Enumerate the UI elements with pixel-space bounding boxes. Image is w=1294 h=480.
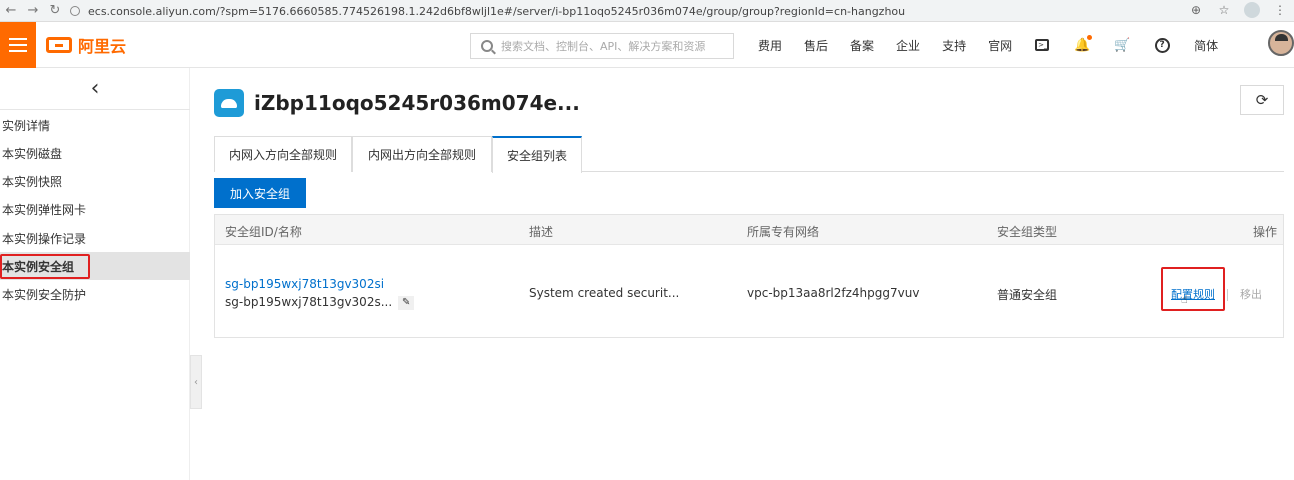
sidebar-item-eni[interactable]: 本实例弹性网卡 [0, 195, 190, 223]
table-header: 安全组ID/名称 描述 所属专有网络 安全组类型 操作 [215, 215, 1283, 245]
search-icon [481, 40, 493, 52]
notification-dot [1087, 35, 1093, 40]
tab-inbound-rules[interactable]: 内网入方向全部规则 [214, 136, 352, 172]
sidebar-item-operation-logs[interactable]: 本实例操作记录 [0, 224, 190, 252]
nav-item-icp[interactable]: 备案 [850, 37, 874, 54]
refresh-icon: ⟳ [1255, 91, 1269, 109]
menu-dots-icon[interactable]: ⋮ [1272, 2, 1288, 18]
terminal-icon[interactable]: >_ [1034, 37, 1050, 53]
column-header-actions: 操作 [1253, 225, 1278, 239]
address-bar[interactable]: ecs.console.aliyun.com/?spm=5176.6660585… [70, 2, 1190, 20]
help-icon[interactable]: ? [1154, 37, 1170, 53]
global-search-input[interactable]: 搜索文档、控制台、API、解决方案和资源 [470, 33, 734, 59]
ecs-instance-icon [214, 89, 244, 117]
remove-link[interactable]: 移出 [1240, 288, 1262, 301]
sidebar-item-snapshots[interactable]: 本实例快照 [0, 167, 190, 195]
highlight-box-sidebar [0, 254, 90, 279]
reload-icon[interactable]: ↻ [44, 0, 66, 22]
cart-icon[interactable]: 🛒 [1114, 37, 1130, 53]
aliyun-logo[interactable]: 阿里云 [46, 35, 127, 56]
security-group-id-link[interactable]: sg-bp195wxj78t13gv302si [225, 277, 414, 291]
security-group-table: 安全组ID/名称 描述 所属专有网络 安全组类型 操作 sg-bp195wxj7… [214, 214, 1284, 338]
sidebar-item-disks[interactable]: 本实例磁盘 [0, 139, 190, 167]
search-placeholder: 搜索文档、控制台、API、解决方案和资源 [501, 40, 706, 53]
column-header-id-name: 安全组ID/名称 [225, 225, 302, 239]
action-divider [1227, 288, 1228, 301]
page-header: iZbp11oqo5245r036m074e... [214, 88, 580, 118]
vpc-cell: vpc-bp13aa8rl2fz4hpgg7vuv [747, 286, 920, 300]
profile-icon[interactable] [1244, 2, 1260, 18]
sidebar-item-security-protection[interactable]: 本实例安全防护 [0, 280, 190, 308]
bell-icon[interactable]: 🔔 [1074, 35, 1093, 53]
aliyun-logo-mark [46, 37, 72, 53]
type-cell: 普通安全组 [997, 288, 1058, 302]
column-header-description: 描述 [529, 225, 554, 239]
url-text: ecs.console.aliyun.com/?spm=5176.6660585… [88, 4, 906, 18]
user-avatar[interactable] [1268, 30, 1294, 56]
tab-security-group-list[interactable]: 安全组列表 [492, 136, 582, 173]
page-title: iZbp11oqo5245r036m074e... [254, 91, 580, 115]
description-cell: System created securit... [529, 286, 680, 300]
column-header-type: 安全组类型 [997, 225, 1058, 239]
back-arrow-icon[interactable]: ← [0, 0, 22, 22]
sidebar-resize-handle[interactable]: ‹ [190, 355, 202, 409]
menu-hamburger-icon[interactable] [0, 22, 36, 68]
collapse-chevron-left-icon[interactable]: ‹ [0, 68, 190, 110]
highlight-box-configure-rules [1161, 267, 1225, 311]
table-row: sg-bp195wxj78t13gv302si sg-bp195wxj78t13… [215, 245, 1283, 337]
sidebar-item-instance-details[interactable]: 实例详情 [0, 111, 190, 139]
nav-item-support[interactable]: 支持 [942, 37, 966, 54]
browser-toolbar: ← → ↻ ecs.console.aliyun.com/?spm=5176.6… [0, 0, 1294, 22]
console-header: 阿里云 搜索文档、控制台、API、解决方案和资源 费用 售后 备案 企业 支持 … [0, 22, 1294, 68]
top-nav: 费用 售后 备案 企业 支持 官网 >_ 🔔 🛒 ? 简体 [758, 22, 1240, 68]
tab-outbound-rules[interactable]: 内网出方向全部规则 [352, 136, 492, 172]
forward-arrow-icon[interactable]: → [22, 0, 44, 22]
security-group-name: sg-bp195wxj78t13gv302s... [225, 295, 393, 309]
nav-item-enterprise[interactable]: 企业 [896, 37, 920, 54]
column-header-vpc: 所属专有网络 [747, 225, 820, 239]
refresh-button[interactable]: ⟳ [1240, 85, 1284, 115]
logo-text: 阿里云 [78, 37, 127, 56]
add-security-group-button[interactable]: 加入安全组 [214, 178, 306, 208]
nav-item-billing[interactable]: 费用 [758, 37, 782, 54]
zoom-icon[interactable]: ⊕ [1188, 2, 1204, 18]
nav-item-website[interactable]: 官网 [988, 37, 1012, 54]
nav-item-aftersales[interactable]: 售后 [804, 37, 828, 54]
tab-bar: 内网入方向全部规则 内网出方向全部规则 安全组列表 [214, 136, 1284, 173]
hand-cursor-icon: ☝ [1181, 293, 1188, 306]
pencil-edit-icon[interactable]: ✎ [398, 295, 415, 310]
star-icon[interactable]: ☆ [1216, 2, 1232, 18]
security-group-id-cell: sg-bp195wxj78t13gv302si sg-bp195wxj78t13… [225, 277, 415, 310]
language-switch[interactable]: 简体 [1194, 37, 1218, 54]
lock-icon [70, 6, 80, 16]
